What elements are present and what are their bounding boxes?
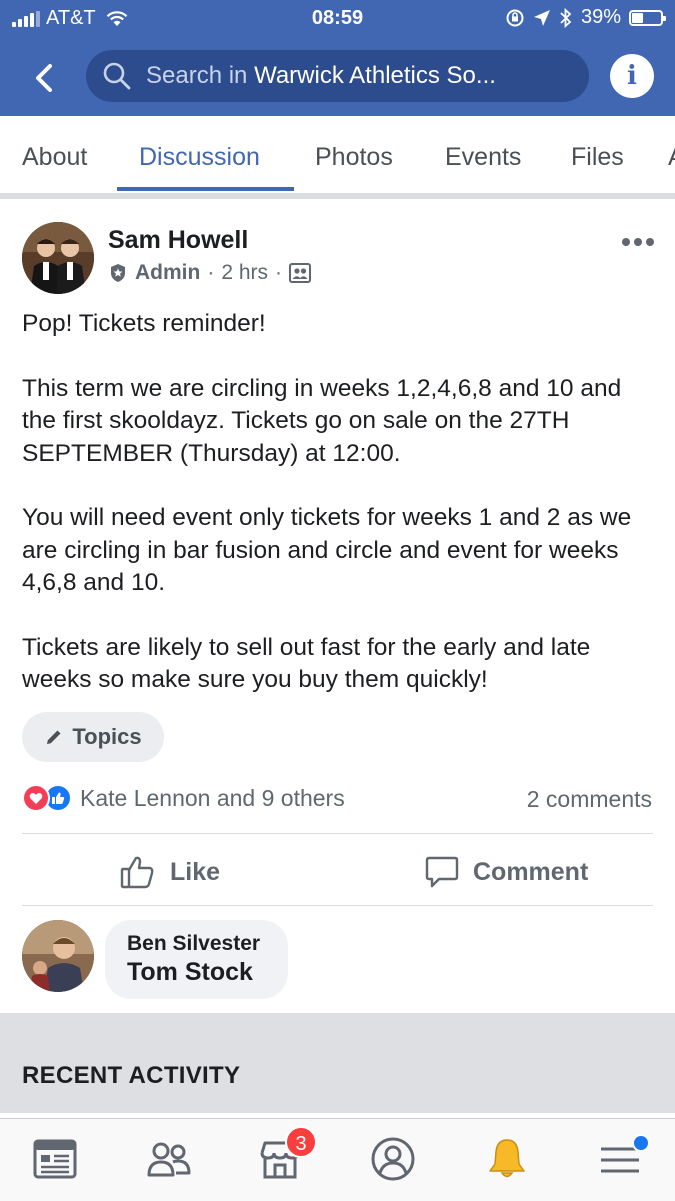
rotation-lock-icon <box>506 9 524 26</box>
commenter-avatar[interactable] <box>22 920 94 992</box>
reactions-text: Kate Lennon and 9 others <box>80 784 345 811</box>
back-arrow-icon[interactable] <box>26 58 66 98</box>
location-arrow-icon <box>533 9 550 26</box>
comment-text: Tom Stock <box>127 958 253 986</box>
topics-label: Topics <box>72 724 142 749</box>
news-feed-icon[interactable] <box>31 1135 79 1183</box>
like-button[interactable]: Like <box>120 850 220 894</box>
meta-separator: · <box>275 261 283 284</box>
admin-badge-icon <box>111 264 125 282</box>
status-bar: AT&T 08:59 39% <box>0 0 675 38</box>
topics-button[interactable]: Topics <box>22 712 164 762</box>
battery-percent: 39% <box>580 6 621 28</box>
search-placeholder: Search in Warwick Athletics So... <box>146 62 496 89</box>
reactions-summary[interactable]: Kate Lennon and 9 others <box>22 784 345 812</box>
meta-separator: · <box>207 261 215 284</box>
bluetooth-icon <box>560 7 572 28</box>
notifications-icon[interactable] <box>483 1135 531 1183</box>
author-avatar[interactable] <box>22 222 94 294</box>
tab-files[interactable]: Files <box>571 116 624 196</box>
marketplace-badge: 3 <box>285 1126 317 1158</box>
profile-icon[interactable] <box>369 1135 417 1183</box>
tab-photos[interactable]: Photos <box>315 116 393 196</box>
active-tab-indicator <box>117 187 294 191</box>
divider <box>22 833 653 834</box>
comment-button[interactable]: Comment <box>425 850 588 894</box>
group-info-button[interactable]: i <box>610 54 654 98</box>
tab-about[interactable]: About <box>22 116 87 196</box>
tabs-divider <box>0 193 675 199</box>
post-time[interactable]: 2 hrs <box>221 261 268 285</box>
post-role: Admin <box>135 261 201 284</box>
tab-discussion[interactable]: Discussion <box>139 116 260 196</box>
pencil-icon <box>47 730 61 744</box>
post-paragraph: You will need event only tickets for wee… <box>22 504 632 597</box>
post-options-button[interactable] <box>622 238 656 248</box>
post-paragraph: This term we are circling in weeks 1,2,4… <box>22 374 622 467</box>
groups-icon[interactable] <box>145 1135 193 1183</box>
group-audience-icon <box>289 263 312 283</box>
search-icon <box>103 62 131 90</box>
post-meta: Admin · 2 hrs · <box>108 261 312 285</box>
info-icon: i <box>627 61 637 91</box>
more-dots-icon <box>622 238 630 246</box>
thumbs-up-icon <box>120 856 154 889</box>
divider <box>22 905 653 906</box>
commenter-name[interactable]: Ben Silvester <box>127 932 288 956</box>
tab-events[interactable]: Events <box>445 116 521 196</box>
post-paragraph: Tickets are likely to sell out fast for … <box>22 634 591 694</box>
search-input[interactable]: Search in Warwick Athletics So... <box>86 50 589 102</box>
post-paragraph: Pop! Tickets reminder! <box>22 310 266 337</box>
love-reaction-icon <box>22 784 50 812</box>
app-header: AT&T 08:59 39% Search in Warwick Athleti… <box>0 0 675 116</box>
search-group-name: Warwick Athletics So... <box>254 62 496 89</box>
bottom-tab-bar <box>0 1118 675 1201</box>
recent-activity-heading: RECENT ACTIVITY <box>22 1062 241 1089</box>
comments-count[interactable]: 2 comments <box>527 786 652 813</box>
group-tabs: About Discussion Photos Events Files A <box>0 116 675 197</box>
top-navigation: Search in Warwick Athletics So... i <box>0 48 675 106</box>
tab-overflow[interactable]: A <box>668 116 675 196</box>
comment-bubble[interactable]: Ben Silvester Tom Stock <box>105 920 288 999</box>
post-author[interactable]: Sam Howell <box>108 226 248 255</box>
comment-label: Comment <box>473 857 589 886</box>
like-label: Like <box>170 857 221 886</box>
comment-bubble-icon <box>425 856 459 888</box>
post-body: Pop! Tickets reminder! This term we are … <box>22 308 658 729</box>
menu-notification-dot <box>632 1134 650 1152</box>
battery-icon <box>629 9 666 26</box>
